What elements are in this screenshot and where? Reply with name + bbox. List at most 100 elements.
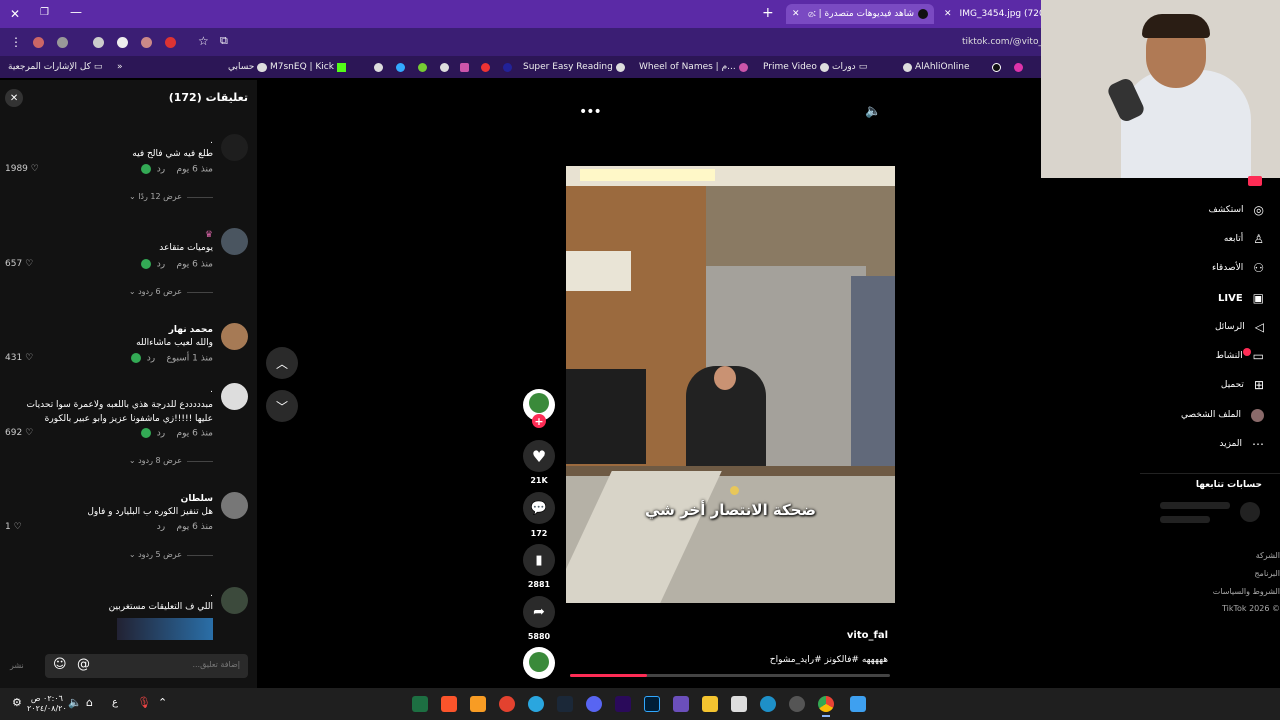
- edge-icon[interactable]: [760, 696, 776, 712]
- microphone-icon[interactable]: 🎙: [137, 696, 151, 709]
- bookmark-icon-only[interactable]: [992, 59, 1001, 75]
- extension-icon[interactable]: [93, 37, 104, 48]
- like-count[interactable]: 657 ♡: [5, 259, 33, 269]
- nav-messages[interactable]: ◁ الرسائل: [1215, 317, 1264, 337]
- mute-tab-icon[interactable]: ⊘: [808, 10, 815, 19]
- view-replies[interactable]: عرض 5 ردود ⌄: [129, 550, 182, 559]
- install-app-icon[interactable]: ⧉: [220, 34, 228, 48]
- app-icon[interactable]: [499, 696, 515, 712]
- tray-chevron-icon[interactable]: ⌃: [158, 696, 167, 709]
- post-button[interactable]: نشر: [10, 661, 24, 670]
- network-icon[interactable]: ⌂: [86, 696, 93, 709]
- steam-icon[interactable]: [557, 696, 573, 712]
- like-count[interactable]: 692 ♡: [5, 428, 33, 438]
- follow-plus-icon[interactable]: +: [532, 414, 546, 428]
- close-tab-icon[interactable]: ✕: [944, 9, 952, 19]
- file-explorer-icon[interactable]: [702, 696, 718, 712]
- avatar[interactable]: [221, 383, 248, 410]
- comment-author[interactable]: سلطان: [33, 494, 213, 504]
- video-author[interactable]: vito_fal: [760, 630, 888, 641]
- language-indicator[interactable]: ع: [112, 697, 118, 708]
- share-button[interactable]: ➦: [523, 596, 555, 628]
- video-player[interactable]: ضحكة الانتصار أخر شي: [566, 166, 895, 603]
- chevron-icon[interactable]: »: [117, 59, 123, 75]
- mention-icon[interactable]: @: [77, 657, 90, 672]
- comment-button[interactable]: 💬: [523, 492, 555, 524]
- bookmark-button[interactable]: ▮: [523, 544, 555, 576]
- next-video-button[interactable]: ﹀: [266, 390, 298, 422]
- bookmark-ahli[interactable]: AlAhliOnline: [903, 59, 970, 75]
- comment-input[interactable]: إضافة تعليق... @ ☺: [45, 654, 248, 678]
- clock[interactable]: ٠٢:٠٦ ص ٢٠٢٤/٠٨/٢٠: [27, 694, 67, 714]
- emoji-icon[interactable]: ☺: [53, 657, 67, 672]
- extension-icon[interactable]: [117, 37, 128, 48]
- bookmark-icon-only[interactable]: [374, 59, 383, 75]
- store-icon[interactable]: [731, 696, 747, 712]
- minimize-window-icon[interactable]: —: [70, 5, 82, 19]
- view-replies[interactable]: عرض 8 ردود ⌄: [129, 456, 182, 465]
- photoshop-icon[interactable]: [644, 696, 660, 712]
- footer-company[interactable]: الشركة: [1256, 551, 1280, 560]
- like-button[interactable]: ♥: [523, 440, 555, 472]
- settings-icon[interactable]: ⚙: [12, 696, 22, 709]
- reply-link[interactable]: رد: [157, 165, 165, 175]
- close-tab-icon[interactable]: ✕: [792, 9, 800, 19]
- more-options-icon[interactable]: •••: [579, 104, 602, 120]
- chrome-icon[interactable]: [818, 696, 834, 712]
- comment-author[interactable]: .: [33, 136, 213, 146]
- bookmark-wheel[interactable]: Wheel of Names | م...: [639, 59, 748, 75]
- windows-start-icon[interactable]: [850, 696, 866, 712]
- avatar[interactable]: [221, 228, 248, 255]
- nav-activity[interactable]: ▭ النشاط: [1216, 346, 1264, 366]
- volume-icon[interactable]: 🔈: [865, 104, 881, 119]
- nav-explore[interactable]: ◎ استكشف: [1208, 200, 1264, 220]
- video-progress-track[interactable]: [570, 674, 890, 677]
- avatar[interactable]: [221, 492, 248, 519]
- reply-link[interactable]: رد: [157, 260, 165, 270]
- restore-window-icon[interactable]: ❐: [40, 7, 49, 18]
- reply-link[interactable]: رد: [147, 354, 155, 364]
- premiere-icon[interactable]: [615, 696, 631, 712]
- star-bookmark-icon[interactable]: ☆: [198, 34, 209, 48]
- extension-icon[interactable]: [141, 37, 152, 48]
- nav-friends[interactable]: ⚇ الأصدقاء: [1212, 258, 1264, 278]
- tab-tiktok[interactable]: ✕ ⊘ شاهد فيديوهات متصدرة | ok: [786, 4, 934, 24]
- like-count[interactable]: 1989 ♡: [5, 164, 39, 174]
- extension-icon[interactable]: [33, 37, 44, 48]
- tab-image[interactable]: ✕ IMG_3454.jpg (720×96: [944, 4, 1044, 24]
- excel-icon[interactable]: [412, 696, 428, 712]
- comment-author[interactable]: ♛: [33, 230, 213, 240]
- comment-author[interactable]: محمد نهار: [33, 325, 213, 335]
- discord-icon[interactable]: [586, 696, 602, 712]
- nav-more[interactable]: ⋯ المزيد: [1219, 434, 1264, 454]
- close-window-icon[interactable]: ✕: [10, 7, 20, 21]
- comment-author[interactable]: .: [33, 385, 213, 395]
- previous-video-button[interactable]: ︿: [266, 347, 298, 379]
- extension-icon[interactable]: [57, 37, 68, 48]
- address-bar[interactable]: tiktok.com/@vito_: [962, 37, 1043, 47]
- app-icon[interactable]: [470, 696, 486, 712]
- sound-disc[interactable]: [523, 647, 555, 679]
- comment-author[interactable]: .: [33, 589, 213, 599]
- view-replies[interactable]: عرض 6 ردود ⌄: [129, 287, 182, 296]
- like-count[interactable]: 431 ♡: [5, 353, 33, 363]
- app-icon[interactable]: [673, 696, 689, 712]
- bookmark-prime[interactable]: Prime Video: [763, 59, 829, 75]
- app-icon[interactable]: [789, 696, 805, 712]
- bookmark-reading[interactable]: Super Easy Reading: [523, 59, 625, 75]
- footer-terms[interactable]: الشروط والسياسات: [1213, 587, 1280, 596]
- brave-icon[interactable]: [441, 696, 457, 712]
- avatar[interactable]: [221, 323, 248, 350]
- bookmark-courses[interactable]: دورات ▭: [832, 59, 867, 75]
- avatar[interactable]: [221, 587, 248, 614]
- menu-dots-icon[interactable]: ⋮: [10, 35, 22, 49]
- comment-image[interactable]: [117, 618, 213, 640]
- nav-upload[interactable]: ⊞ تحميل: [1221, 375, 1264, 395]
- bookmark-icon-only[interactable]: [418, 59, 427, 75]
- bookmark-icon-only[interactable]: [481, 59, 490, 75]
- nav-profile[interactable]: الملف الشخصي: [1181, 405, 1264, 425]
- volume-icon[interactable]: 🔈: [68, 696, 82, 709]
- bookmark-icon-only[interactable]: [440, 59, 449, 75]
- telegram-icon[interactable]: [528, 696, 544, 712]
- avatar[interactable]: [221, 134, 248, 161]
